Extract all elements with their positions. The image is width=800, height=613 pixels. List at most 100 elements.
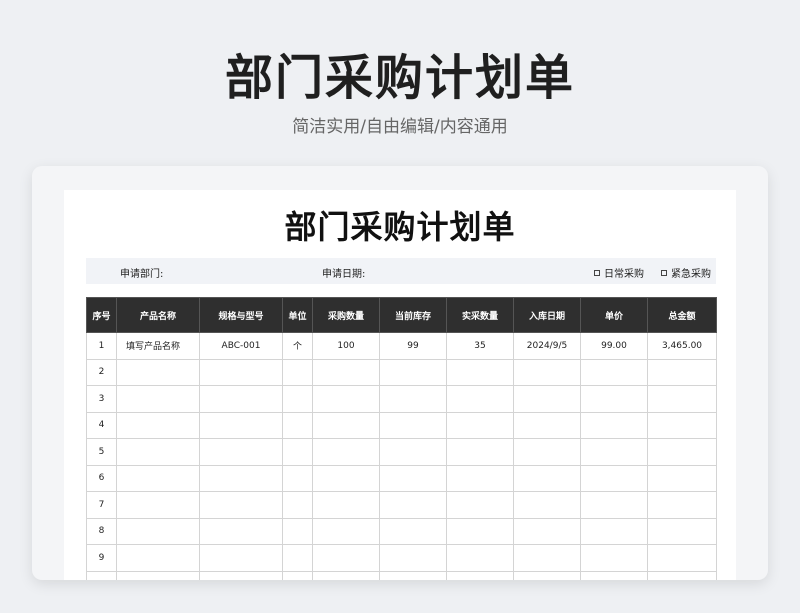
- table-cell[interactable]: [282, 570, 313, 580]
- table-cell[interactable]: [446, 544, 514, 572]
- table-cell[interactable]: [379, 438, 447, 466]
- table-cell[interactable]: [199, 385, 283, 413]
- table-cell[interactable]: [86, 570, 117, 580]
- table-cell[interactable]: [513, 411, 581, 439]
- table-cell[interactable]: [282, 464, 313, 492]
- table-cell[interactable]: [580, 491, 648, 519]
- table-cell[interactable]: [282, 517, 313, 545]
- table-cell[interactable]: [580, 570, 648, 580]
- table-cell[interactable]: [446, 358, 514, 386]
- table-cell[interactable]: [379, 385, 447, 413]
- table-cell[interactable]: [379, 517, 447, 545]
- table-cell[interactable]: [312, 385, 380, 413]
- table-cell[interactable]: [282, 358, 313, 386]
- table-cell[interactable]: [379, 570, 447, 580]
- table-cell[interactable]: [282, 491, 313, 519]
- table-cell[interactable]: [282, 385, 313, 413]
- table-cell[interactable]: [116, 544, 200, 572]
- table-cell[interactable]: [312, 464, 380, 492]
- table-cell[interactable]: [199, 517, 283, 545]
- table-cell[interactable]: [446, 464, 514, 492]
- table-cell[interactable]: [513, 491, 581, 519]
- column-header[interactable]: 规格与型号: [199, 297, 283, 333]
- table-cell[interactable]: [379, 358, 447, 386]
- table-cell[interactable]: ABC-001: [199, 332, 283, 360]
- table-cell[interactable]: [199, 570, 283, 580]
- table-cell[interactable]: 100: [312, 332, 380, 360]
- table-cell[interactable]: [379, 464, 447, 492]
- table-cell[interactable]: [199, 491, 283, 519]
- column-header[interactable]: 单价: [580, 297, 648, 333]
- table-cell[interactable]: [647, 358, 717, 386]
- table-cell[interactable]: 9: [86, 544, 117, 572]
- table-cell[interactable]: 99: [379, 332, 447, 360]
- table-cell[interactable]: [282, 438, 313, 466]
- table-cell[interactable]: 3: [86, 385, 117, 413]
- table-cell[interactable]: [199, 411, 283, 439]
- table-cell[interactable]: [647, 491, 717, 519]
- table-cell[interactable]: [282, 544, 313, 572]
- table-cell[interactable]: [513, 517, 581, 545]
- table-cell[interactable]: [647, 570, 717, 580]
- table-cell[interactable]: [513, 385, 581, 413]
- table-cell[interactable]: 99.00: [580, 332, 648, 360]
- table-cell[interactable]: [116, 385, 200, 413]
- column-header[interactable]: 当前库存: [379, 297, 447, 333]
- table-cell[interactable]: [312, 517, 380, 545]
- column-header[interactable]: 入库日期: [513, 297, 581, 333]
- table-cell[interactable]: [282, 411, 313, 439]
- column-header[interactable]: 产品名称: [116, 297, 200, 333]
- table-cell[interactable]: [513, 358, 581, 386]
- table-cell[interactable]: 8: [86, 517, 117, 545]
- table-cell[interactable]: [199, 544, 283, 572]
- table-cell[interactable]: [312, 544, 380, 572]
- table-cell[interactable]: [312, 570, 380, 580]
- table-cell[interactable]: [116, 570, 200, 580]
- table-cell[interactable]: 7: [86, 491, 117, 519]
- table-cell[interactable]: [580, 464, 648, 492]
- option-regular[interactable]: 日常采购: [594, 265, 644, 280]
- table-cell[interactable]: [312, 438, 380, 466]
- table-cell[interactable]: [116, 358, 200, 386]
- table-cell[interactable]: [446, 385, 514, 413]
- table-cell[interactable]: [580, 411, 648, 439]
- table-cell[interactable]: [513, 464, 581, 492]
- table-cell[interactable]: [312, 358, 380, 386]
- table-cell[interactable]: [446, 570, 514, 580]
- table-cell[interactable]: 4: [86, 411, 117, 439]
- column-header[interactable]: 序号: [86, 297, 117, 333]
- table-cell[interactable]: [379, 411, 447, 439]
- table-cell[interactable]: [312, 491, 380, 519]
- table-cell[interactable]: [446, 438, 514, 466]
- table-cell[interactable]: [446, 491, 514, 519]
- table-cell[interactable]: 1: [86, 332, 117, 360]
- table-cell[interactable]: [312, 411, 380, 439]
- checkbox-icon[interactable]: [594, 270, 600, 276]
- table-cell[interactable]: [580, 544, 648, 572]
- table-cell[interactable]: [647, 411, 717, 439]
- column-header[interactable]: 总金额: [647, 297, 717, 333]
- table-cell[interactable]: [199, 464, 283, 492]
- table-cell[interactable]: 3,465.00: [647, 332, 717, 360]
- column-header[interactable]: 采购数量: [312, 297, 380, 333]
- table-cell[interactable]: [580, 517, 648, 545]
- table-cell[interactable]: [647, 385, 717, 413]
- table-cell[interactable]: 填写产品名称: [116, 332, 200, 360]
- checkbox-icon[interactable]: [661, 270, 667, 276]
- table-cell[interactable]: 2: [86, 358, 117, 386]
- table-cell[interactable]: [446, 411, 514, 439]
- table-cell[interactable]: 2024/9/5: [513, 332, 581, 360]
- table-cell[interactable]: 个: [282, 332, 313, 360]
- table-cell[interactable]: [513, 570, 581, 580]
- table-cell[interactable]: [116, 438, 200, 466]
- table-cell[interactable]: [513, 438, 581, 466]
- table-cell[interactable]: [647, 464, 717, 492]
- table-cell[interactable]: [647, 438, 717, 466]
- table-cell[interactable]: [379, 544, 447, 572]
- table-cell[interactable]: [199, 438, 283, 466]
- table-cell[interactable]: [513, 544, 581, 572]
- table-cell[interactable]: 35: [446, 332, 514, 360]
- table-cell[interactable]: 5: [86, 438, 117, 466]
- table-cell[interactable]: [116, 411, 200, 439]
- table-cell[interactable]: 6: [86, 464, 117, 492]
